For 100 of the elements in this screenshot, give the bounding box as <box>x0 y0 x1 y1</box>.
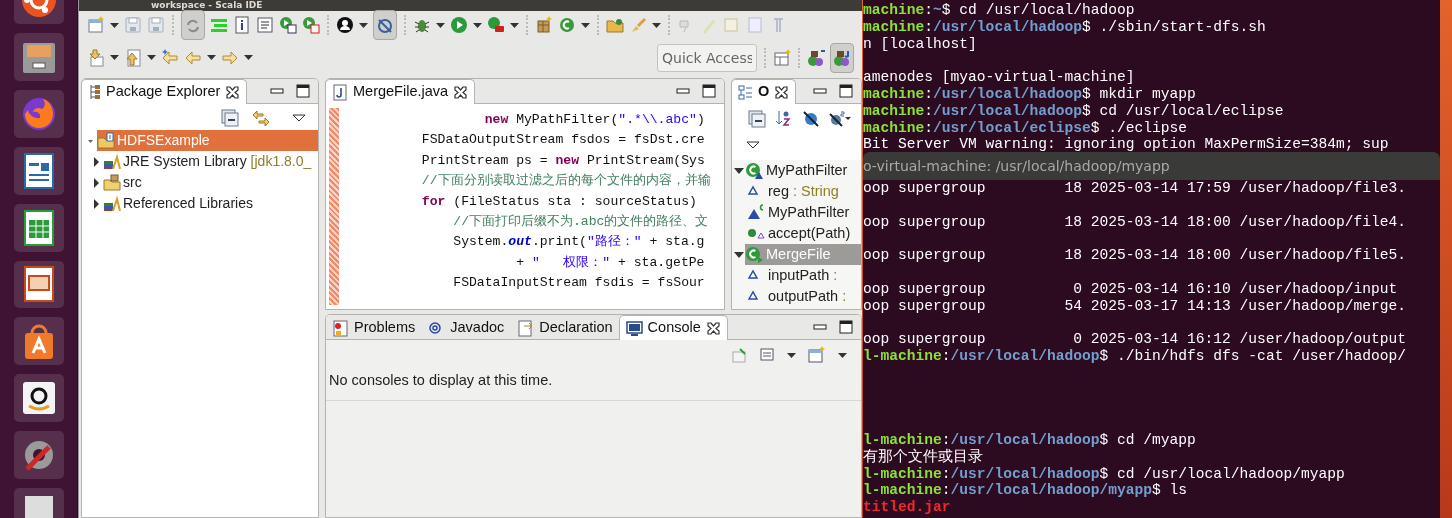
outline-item[interactable]: MyPathFilter <box>745 160 861 181</box>
new-class-icon[interactable] <box>558 16 576 34</box>
maximize-icon[interactable] <box>702 83 716 98</box>
maximize-icon[interactable] <box>839 319 853 334</box>
dropdown-caret-icon[interactable] <box>244 55 253 60</box>
terminal-line: oop supergroup 54 2025-03-17 14:13 /user/hadoop/merge. <box>863 297 1407 315</box>
terminal-title: o-virtual-machine: /usr/local/hadoop/myapp <box>863 152 1440 180</box>
dropdown-caret-icon[interactable] <box>838 352 847 358</box>
outline-item[interactable]: outputPath : <box>747 286 861 307</box>
next-annotation-icon[interactable] <box>87 48 105 67</box>
terminal-line: machine:/usr/local/eclipse$ ./eclipse <box>863 119 1189 137</box>
terminal-line: machine:/usr/local/hadoop$ mkdir myapp <box>863 86 1197 103</box>
run-icon[interactable] <box>279 16 297 34</box>
terminal-line: oop supergroup 0 2025-03-14 16:12 /user/hadoop/output <box>863 331 1407 348</box>
play-icon[interactable] <box>450 16 468 34</box>
previous-annotation-icon[interactable] <box>124 48 142 67</box>
close-icon[interactable] <box>774 84 790 100</box>
minimize-icon[interactable] <box>676 87 690 94</box>
tree-item[interactable]: Referenced Libraries <box>103 193 318 214</box>
terminal-line: l-machine:/usr/local/hadoop/myapp$ ls <box>863 482 1189 500</box>
terminal-line: n [localhost] <box>863 35 978 53</box>
code-line: + " 权限：" + sta.getPe <box>515 253 706 272</box>
view-tab[interactable]: O <box>732 79 797 104</box>
toggle-button[interactable] <box>830 42 854 73</box>
hide-fields-icon[interactable] <box>802 110 820 128</box>
close-icon[interactable] <box>453 84 469 100</box>
pin-console-icon[interactable] <box>731 347 747 363</box>
code-line: System.out.print("路径：" + sta.g <box>452 233 706 252</box>
terminal-line: Bit Server VM warning: ignoring option MaxPermSize=384m; sup <box>863 136 1390 154</box>
view-tab[interactable]: Console <box>618 315 728 340</box>
view-tab[interactable]: Package Explorer <box>82 79 248 104</box>
dropdown-caret-icon[interactable] <box>207 55 216 60</box>
window-title: workspace - Scala IDE <box>79 0 862 11</box>
dropdown-caret-icon[interactable] <box>110 22 119 28</box>
constructor-icon <box>747 203 765 222</box>
collapse-all-icon[interactable] <box>221 109 239 127</box>
code-line: //下面分别读取过滤之后的每个文件的内容，并输 <box>420 172 711 191</box>
library-icon <box>103 152 121 171</box>
code-line: FSDataInputStream fsdis = fsSour <box>452 274 706 293</box>
collapse-all-icon[interactable] <box>748 110 766 128</box>
code-line: FSDataOutputStream fsdos = fsDst.cre <box>420 131 706 150</box>
code-line: for (FileStatus sta : sourceStatus) <box>420 192 698 211</box>
maximize-icon[interactable] <box>839 83 853 98</box>
terminal-line: machine:/usr/local/hadoop$ ./sbin/start-dfs.sh <box>863 18 1267 36</box>
view-tab[interactable]: Declaration <box>510 315 620 340</box>
terminal-line: amenodes [myao-virtual-machine] <box>863 69 1136 86</box>
toggle-button[interactable] <box>373 10 397 40</box>
dropdown-caret-icon[interactable] <box>510 22 519 28</box>
outline-item[interactable]: MyPathFilter <box>747 202 861 223</box>
info-icon[interactable] <box>233 16 251 34</box>
terminal-line: machine:/usr/local/hadoop$ cd /usr/local/eclipse <box>863 102 1285 120</box>
package-explorer-icon <box>88 84 101 100</box>
dropdown-caret-icon[interactable] <box>147 55 156 60</box>
minimize-icon[interactable] <box>813 323 827 330</box>
editor-tab[interactable]: MergeFile.java <box>326 79 476 104</box>
terminal-line: l-machine:/usr/local/hadoop$ ./bin/hdfs dfs -cat /user/hadoop/ <box>863 347 1407 365</box>
outline-item[interactable]: accept(Path) <box>747 223 861 244</box>
minimize-icon[interactable] <box>813 87 827 94</box>
code-line: new MyPathFilter(".*\\.abc") <box>483 111 706 129</box>
dropdown-caret-icon[interactable] <box>436 22 445 28</box>
run-icon[interactable] <box>302 16 320 34</box>
sort-icon[interactable] <box>775 110 793 128</box>
folder-icon[interactable] <box>606 16 624 34</box>
view-tab[interactable]: Problems <box>326 315 423 340</box>
open-perspective-icon[interactable] <box>773 48 791 67</box>
run-icon[interactable] <box>487 16 505 34</box>
dropdown-caret-icon[interactable] <box>787 352 796 358</box>
terminal-line: 有那个文件或目录 <box>863 448 984 466</box>
project-icon <box>97 131 115 150</box>
folder-icon <box>103 173 121 192</box>
close-icon[interactable] <box>225 84 241 100</box>
terminal-line: oop supergroup 18 2025-03-14 18:00 /user/hadoop/file5. <box>863 247 1407 264</box>
terminal-line: l-machine:/usr/local/hadoop$ cd /myapp <box>863 431 1197 448</box>
back-icon[interactable] <box>161 48 179 67</box>
tree-item[interactable]: JRE System Library [jdk1.8.0_ <box>103 151 318 172</box>
declaration-icon <box>517 319 535 337</box>
dropdown-caret-icon[interactable] <box>652 22 661 28</box>
outline-item[interactable]: inputPath : <box>747 265 861 286</box>
view-menu-icon[interactable] <box>746 140 760 149</box>
maximize-icon[interactable] <box>296 83 310 98</box>
dropdown-caret-icon[interactable] <box>110 55 119 60</box>
library-icon <box>103 194 121 213</box>
close-icon[interactable] <box>705 320 721 336</box>
terminal-line: titled.jar <box>863 499 952 516</box>
hide-static-icon[interactable] <box>829 110 853 128</box>
dropdown-caret-icon[interactable] <box>359 22 368 28</box>
view-menu-icon[interactable] <box>292 114 306 122</box>
problems-icon <box>332 319 349 337</box>
class-main-icon <box>745 245 763 264</box>
minimize-icon[interactable] <box>270 87 284 94</box>
view-tab[interactable]: Javadoc <box>421 315 512 340</box>
toggle-button[interactable] <box>181 10 205 40</box>
code-line: PrintStream ps = new PrintStream(Sys <box>420 151 706 170</box>
dropdown-caret-icon[interactable] <box>581 22 590 28</box>
outline-item[interactable]: reg : String <box>747 181 861 202</box>
link-icon[interactable] <box>251 109 270 127</box>
person-icon[interactable] <box>336 16 354 34</box>
package-icon[interactable] <box>535 16 553 34</box>
tree-item[interactable]: src <box>103 172 318 193</box>
dropdown-caret-icon[interactable] <box>473 22 482 28</box>
